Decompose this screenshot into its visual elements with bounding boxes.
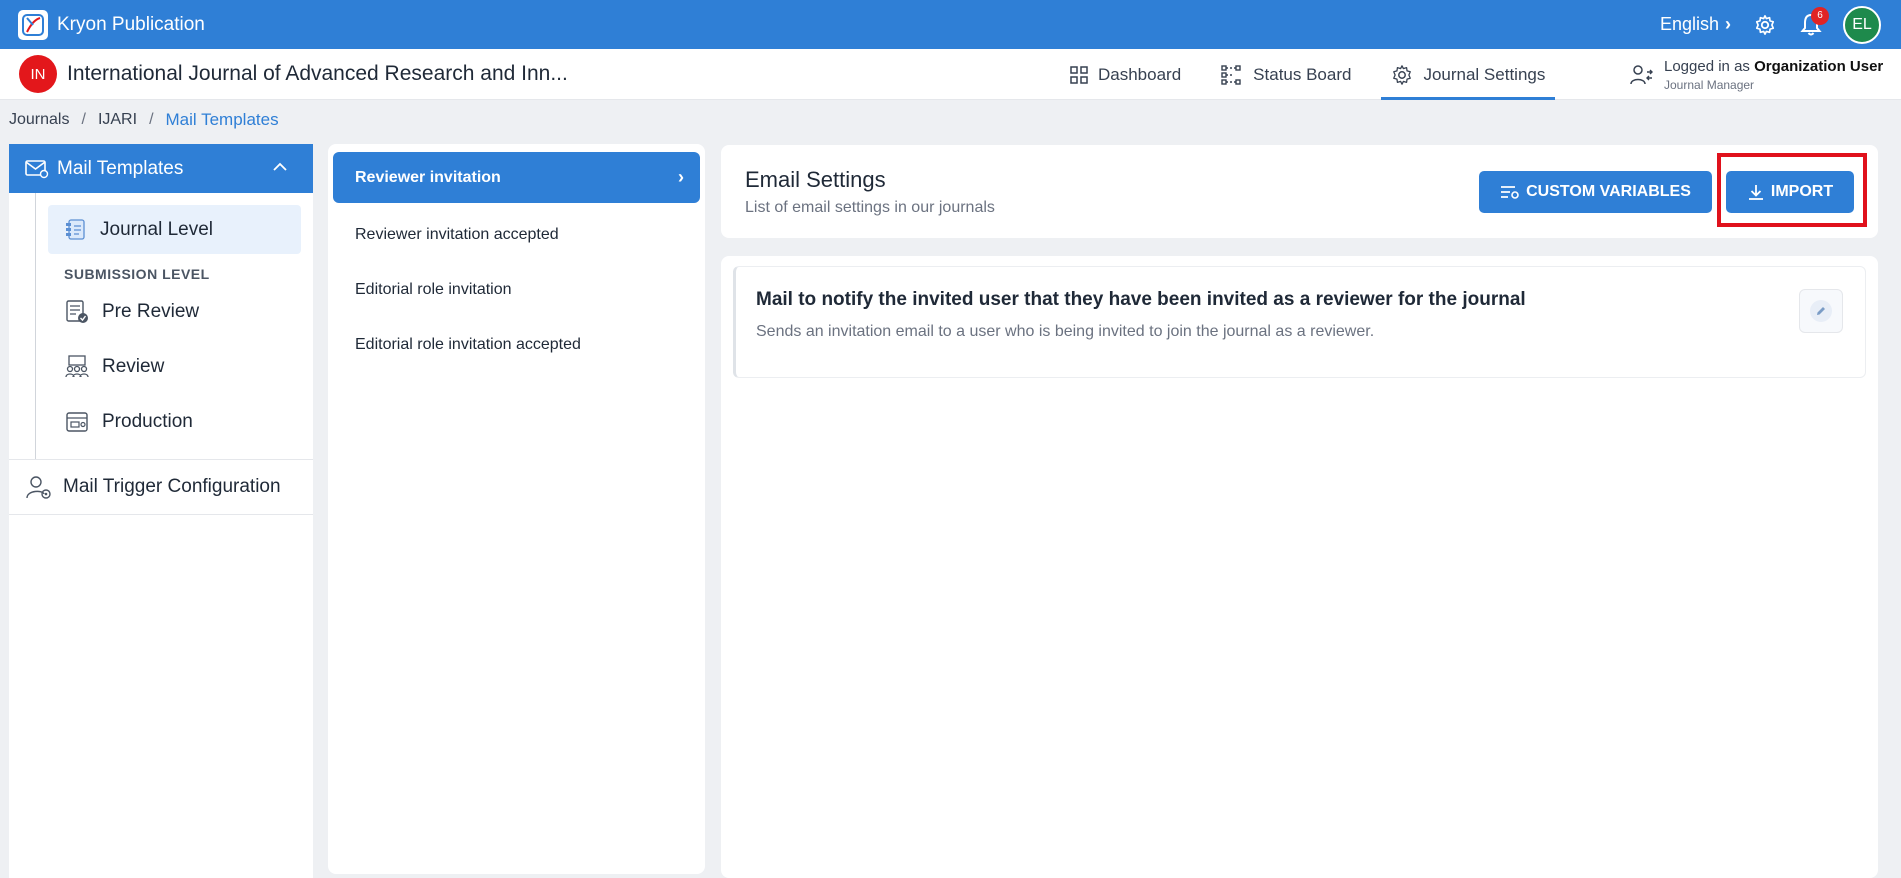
user-role: Journal Manager (1664, 77, 1755, 92)
nav-dashboard-label: Dashboard (1098, 64, 1182, 84)
template-item-label: Reviewer invitation accepted (355, 225, 559, 243)
journal-title: International Journal of Advanced Resear… (67, 62, 568, 85)
sidebar-item-label: Production (102, 410, 193, 432)
template-item-label: Editorial role invitation (355, 280, 512, 298)
sidebar-item-label: Review (102, 355, 165, 377)
template-item-reviewer-invitation[interactable]: Reviewer invitation › (333, 152, 700, 203)
top-app-bar: Kryon Publication English › 6 EL (0, 0, 1901, 49)
custom-variables-label: CUSTOM VARIABLES (1526, 183, 1691, 200)
production-folder-icon (66, 411, 88, 432)
notification-badge: 6 (1811, 6, 1829, 25)
nav-journal-settings-label: Journal Settings (1423, 64, 1546, 84)
main-nav: Dashboard Status Board Journal Settings (1060, 49, 1575, 100)
logged-in-prefix: Logged in as (1664, 57, 1750, 75)
sidebar-item-pre-review[interactable]: Pre Review (48, 284, 301, 339)
status-board-icon (1221, 64, 1241, 85)
sidebar: Mail Templates Journal Level SUBMISSION … (9, 144, 313, 878)
variables-list-icon (1501, 186, 1519, 199)
logged-in-user[interactable]: Logged in as Organization User Journal M… (1630, 49, 1883, 100)
user-avatar[interactable]: EL (1843, 5, 1881, 44)
page-subtitle: List of email settings in our journals (745, 199, 995, 216)
breadcrumb-journals[interactable]: Journals (9, 111, 69, 129)
nav-status-board-label: Status Board (1253, 64, 1352, 84)
notification-bell-icon[interactable]: 6 (1797, 6, 1829, 39)
template-list: Reviewer invitation › Reviewer invitatio… (328, 144, 705, 874)
breadcrumb-separator: / (81, 111, 86, 128)
mail-template-description: Sends an invitation email to a user who … (756, 323, 1375, 340)
template-item-label: Reviewer invitation (355, 168, 501, 186)
sidebar-item-journal-level[interactable]: Journal Level (48, 205, 301, 254)
custom-variables-button[interactable]: CUSTOM VARIABLES (1479, 171, 1712, 213)
template-item-editorial-role-invitation[interactable]: Editorial role invitation (333, 262, 700, 317)
import-highlight-box (1717, 153, 1867, 227)
dashboard-grid-icon (1070, 65, 1088, 84)
template-item-reviewer-invitation-accepted[interactable]: Reviewer invitation accepted (333, 207, 700, 262)
settings-gear-icon[interactable] (1751, 11, 1779, 39)
chevron-up-icon (273, 162, 287, 171)
page-title: Email Settings (745, 167, 886, 192)
template-item-label: Editorial role invitation accepted (355, 335, 581, 353)
review-team-icon (65, 354, 89, 377)
sidebar-item-label: Mail Trigger Configuration (63, 476, 281, 497)
nav-dashboard[interactable]: Dashboard (1060, 49, 1191, 100)
mail-settings-icon (25, 159, 49, 178)
breadcrumb-ijari[interactable]: IJARI (98, 111, 137, 129)
brand[interactable]: Kryon Publication (18, 9, 205, 40)
language-selector[interactable]: English › (1660, 14, 1731, 35)
breadcrumb: Journals / IJARI / Mail Templates (9, 110, 279, 130)
edit-button[interactable] (1799, 289, 1843, 333)
email-settings-header: Email Settings List of email settings in… (721, 145, 1878, 238)
chevron-right-icon: › (1725, 14, 1731, 34)
journal-document-icon (66, 218, 85, 240)
mail-template-title: Mail to notify the invited user that the… (756, 289, 1526, 310)
user-switch-icon (1630, 64, 1653, 84)
mail-template-card[interactable]: Mail to notify the invited user that the… (733, 266, 1866, 378)
sidebar-item-label: Journal Level (100, 218, 214, 240)
sidebar-item-review[interactable]: Review (48, 339, 301, 394)
nav-journal-settings[interactable]: Journal Settings (1381, 49, 1556, 100)
journal-settings-gear-icon (1393, 64, 1412, 85)
mail-content-panel: Mail to notify the invited user that the… (721, 256, 1878, 878)
app-name: Kryon Publication (57, 13, 205, 35)
pencil-icon (1810, 300, 1832, 322)
sidebar-item-mail-trigger[interactable]: Mail Trigger Configuration (9, 460, 313, 515)
sidebar-item-production[interactable]: Production (48, 394, 301, 449)
template-item-editorial-role-invitation-accepted[interactable]: Editorial role invitation accepted (333, 317, 700, 372)
pre-review-doc-icon (66, 299, 88, 323)
user-settings-icon (26, 476, 51, 499)
sidebar-header-label: Mail Templates (57, 157, 184, 179)
nav-status-board[interactable]: Status Board (1211, 49, 1361, 100)
logged-in-username: Organization User (1754, 57, 1884, 75)
submission-level-heading: SUBMISSION LEVEL (64, 266, 210, 282)
journal-header: IN International Journal of Advanced Res… (0, 49, 1901, 100)
sidebar-mail-templates-header[interactable]: Mail Templates (9, 144, 313, 193)
sidebar-item-label: Pre Review (102, 300, 200, 322)
language-label: English (1659, 14, 1719, 34)
breadcrumb-separator: / (149, 111, 154, 128)
brand-logo-icon (18, 9, 48, 40)
chevron-right-icon: › (678, 167, 684, 187)
journal-badge: IN (19, 55, 57, 93)
breadcrumb-current: Mail Templates (165, 110, 279, 129)
